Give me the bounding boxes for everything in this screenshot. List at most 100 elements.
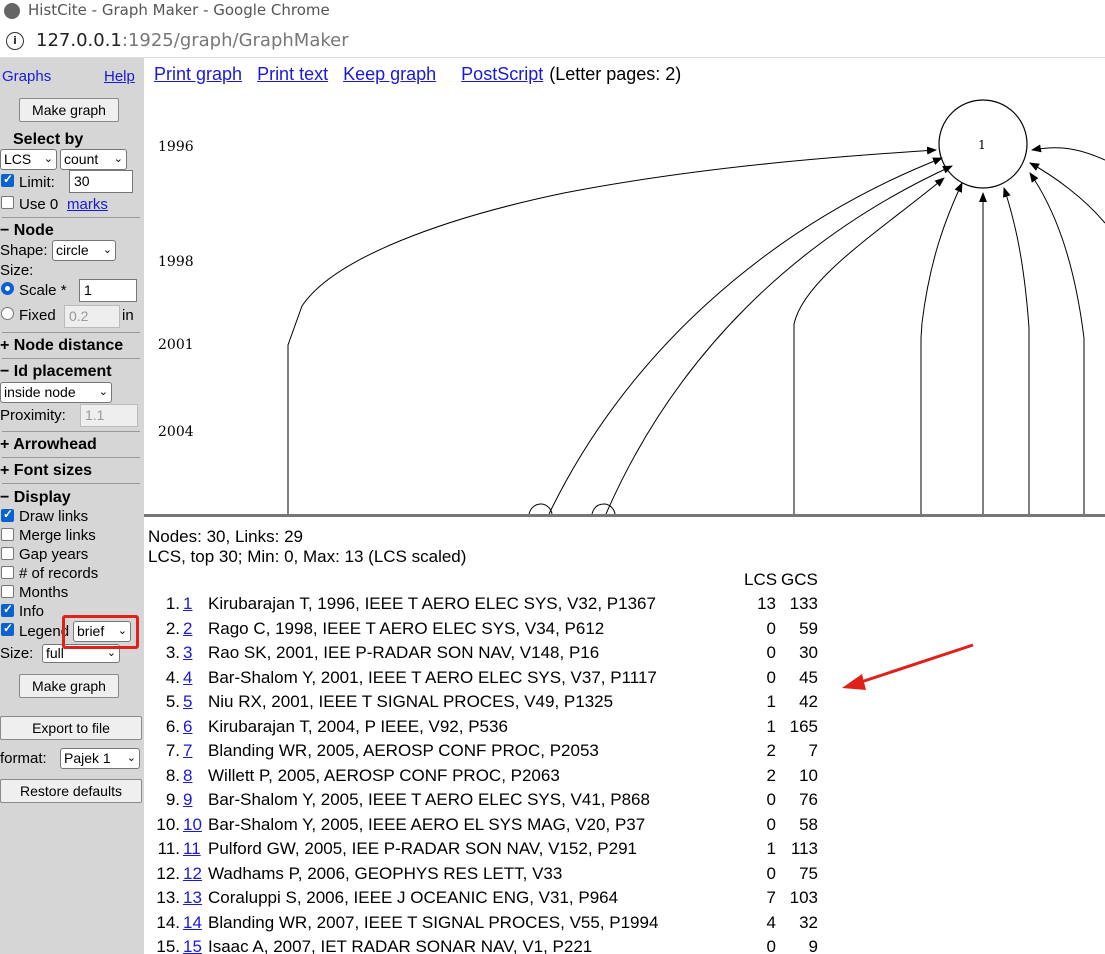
help-link[interactable]: Help (104, 68, 135, 85)
row-number: 8. (165, 765, 180, 785)
arrowhead-section[interactable]: + Arrowhead (0, 436, 140, 454)
info-line-2: LCS, top 30; Min: 0, Max: 13 (LCS scaled… (148, 547, 467, 566)
row-number: 10. (156, 814, 180, 834)
display-section[interactable]: − Display (0, 489, 140, 507)
months-checkbox[interactable] (1, 585, 14, 598)
node-section[interactable]: − Node (0, 222, 140, 240)
record-id-link[interactable]: 10 (183, 815, 202, 835)
row-number: 4. (165, 667, 180, 687)
id-placement-section[interactable]: − Id placement (0, 363, 140, 381)
sidebar: Graphs Help Make graph Select by LCS ⌄ co… (0, 58, 144, 954)
record-lcs: 1 (766, 839, 776, 858)
record-lcs: 1 (766, 692, 776, 711)
record-lcs: 0 (766, 937, 776, 954)
record-reference: Rao SK, 2001, IEE P-RADAR SON NAV, V148,… (208, 643, 600, 662)
count-dropdown[interactable]: count ⌄ (60, 149, 127, 170)
graph-node-partial (528, 503, 553, 514)
record-id-link[interactable]: 6 (183, 717, 192, 737)
lcs-header: LCS (744, 570, 778, 589)
chevron-down-icon: ⌄ (98, 386, 108, 398)
draw-links-checkbox[interactable] (1, 507, 14, 522)
record-reference: Bar-Shalom Y, 2005, IEEE AERO EL SYS MAG… (208, 814, 646, 834)
record-id-link[interactable]: 3 (183, 643, 192, 663)
record-gcs: 7 (808, 741, 818, 760)
record-gcs: 45 (799, 667, 818, 687)
record-reference: Kirubarajan T, 1996, IEEE T AERO ELEC SY… (208, 594, 656, 613)
record-lcs: 4 (766, 912, 776, 932)
scale-radio[interactable] (1, 282, 14, 295)
proximity-input[interactable]: 1.1 (80, 404, 138, 427)
record-lcs: 0 (766, 667, 776, 687)
info-checkbox[interactable] (1, 602, 14, 617)
row-number: 3. (165, 643, 180, 662)
record-id-link[interactable]: 12 (183, 864, 202, 884)
chrome-icon (4, 3, 20, 19)
shape-dropdown[interactable]: circle ⌄ (52, 240, 116, 261)
window-title: HistCite - Graph Maker - Google Chrome (28, 1, 330, 19)
fixed-input[interactable]: 0.2 (64, 305, 120, 328)
record-reference: Bar-Shalom Y, 2001, IEEE T AERO ELEC SYS… (208, 667, 657, 687)
record-id-link[interactable]: 8 (183, 766, 192, 786)
record-reference: Rago C, 1998, IEEE T AERO ELEC SYS, V34,… (208, 618, 605, 638)
citation-graph: 1996 1998 2001 2004 1 (158, 99, 1105, 514)
record-gcs: 58 (799, 814, 818, 834)
marks-link[interactable]: marks (67, 196, 108, 213)
proximity-label: Proximity: (0, 407, 66, 424)
record-id-link[interactable]: 14 (183, 913, 202, 933)
record-reference: Pulford GW, 2005, IEE P-RADAR SON NAV, V… (208, 839, 637, 858)
citation-link (605, 165, 953, 514)
limit-label: Limit: (19, 174, 55, 191)
limit-input[interactable]: 30 (69, 170, 133, 193)
window-titlebar: HistCite - Graph Maker - Google Chrome (0, 0, 1105, 22)
use0-label: Use 0 (19, 196, 59, 213)
record-gcs: 9 (808, 937, 818, 954)
address-bar[interactable]: i 127.0.0.1:1925/graph/GraphMaker (0, 26, 1105, 58)
record-reference: Blanding WR, 2007, IEEE T SIGNAL PROCES,… (208, 912, 659, 932)
font-sizes-section[interactable]: + Font sizes (0, 462, 140, 480)
chevron-down-icon: ⌄ (43, 153, 53, 165)
record-gcs: 59 (799, 618, 818, 638)
record-id-link[interactable]: 9 (183, 790, 192, 810)
record-id-link[interactable]: 5 (183, 692, 192, 712)
record-id-link[interactable]: 2 (183, 619, 192, 639)
record-lcs: 0 (766, 643, 776, 662)
legend-checkbox[interactable] (1, 621, 14, 636)
restore-defaults-button[interactable]: Restore defaults (0, 779, 142, 803)
limit-checkbox[interactable] (1, 172, 14, 187)
record-gcs: 42 (799, 692, 818, 711)
citation-link (287, 146, 937, 514)
scale-input[interactable]: 1 (79, 279, 137, 302)
records-checkbox[interactable] (1, 566, 14, 579)
gap-years-checkbox[interactable] (1, 547, 14, 560)
info-line-1: Nodes: 30, Links: 29 (148, 527, 303, 546)
make-graph-button-2[interactable]: Make graph (19, 674, 119, 698)
format-dropdown[interactable]: Pajek 1 ⌄ (60, 748, 140, 769)
record-id-link[interactable]: 7 (183, 741, 192, 761)
citation-link (1031, 144, 1105, 161)
info-icon[interactable]: i (6, 32, 24, 50)
url-text[interactable]: 127.0.0.1:1925/graph/GraphMaker (36, 30, 349, 51)
record-id-link[interactable]: 13 (183, 888, 202, 908)
records-label: # of records (19, 565, 99, 582)
make-graph-button[interactable]: Make graph (19, 98, 119, 122)
record-reference: Kirubarajan T, 2004, P IEEE, V92, P536 (208, 716, 508, 736)
record-id-link[interactable]: 1 (183, 594, 192, 614)
row-number: 6. (165, 716, 180, 736)
record-id-link[interactable]: 11 (183, 839, 201, 859)
id-placement-dropdown[interactable]: inside node ⌄ (0, 382, 112, 403)
chevron-down-icon: ⌄ (102, 244, 112, 256)
export-to-file-button[interactable]: Export to file (0, 716, 142, 740)
fixed-radio[interactable] (1, 307, 14, 320)
row-number: 12. (156, 863, 180, 883)
select-by-label: Select by (13, 131, 84, 148)
record-lcs: 2 (766, 741, 776, 760)
use0-checkbox[interactable] (1, 196, 14, 209)
record-id-link[interactable]: 15 (183, 937, 202, 954)
select-by-dropdown[interactable]: LCS ⌄ (0, 149, 57, 170)
graph-node-partial (591, 503, 616, 514)
citation-link (1003, 187, 1030, 514)
gap-years-label: Gap years (19, 546, 89, 563)
record-id-link[interactable]: 4 (183, 668, 192, 688)
merge-links-checkbox[interactable] (1, 528, 14, 541)
node-distance-section[interactable]: + Node distance (0, 337, 140, 355)
